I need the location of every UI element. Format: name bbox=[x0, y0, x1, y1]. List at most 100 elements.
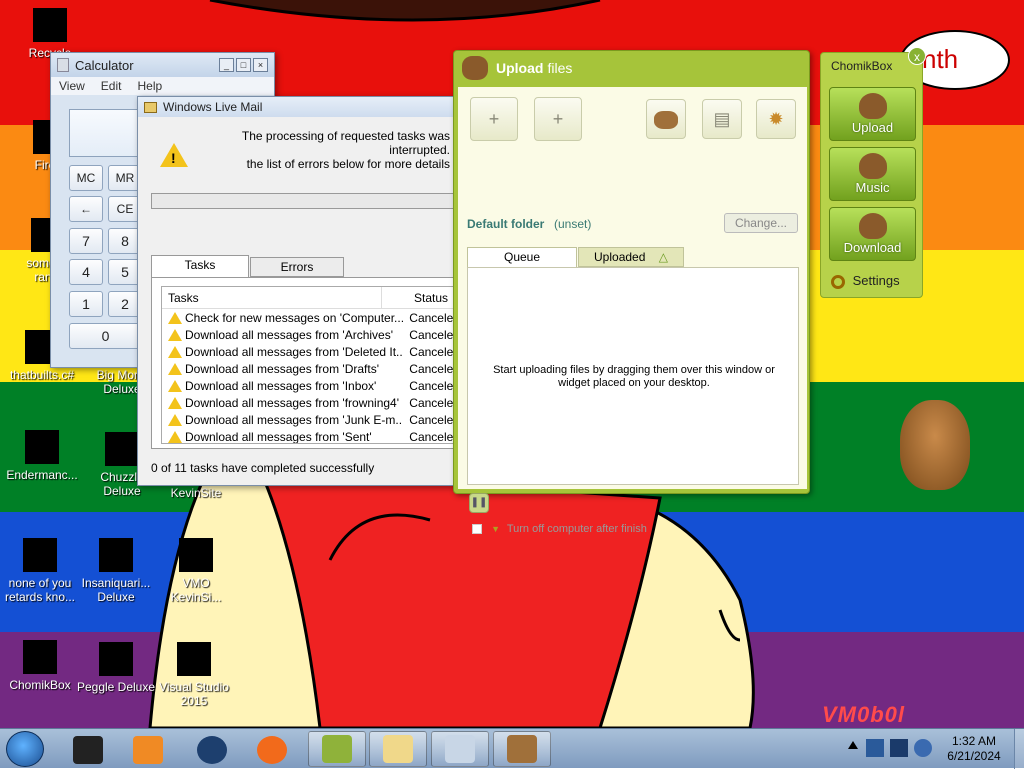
desktop-icon-label: thatbuilts.c# bbox=[9, 368, 75, 382]
tasks-panel: Tasks Status Check for new messages on '… bbox=[151, 277, 461, 449]
menu-help[interactable]: Help bbox=[129, 77, 170, 95]
desktop-icon[interactable]: none of you retards kno... bbox=[0, 538, 80, 604]
key-7[interactable]: 7 bbox=[69, 228, 103, 254]
warning-icon bbox=[168, 430, 182, 443]
tray-volume-icon[interactable] bbox=[914, 739, 932, 757]
clipboard-button[interactable]: ▤ bbox=[702, 99, 742, 139]
column-header-tasks[interactable]: Tasks bbox=[162, 287, 382, 308]
change-folder-button[interactable]: Change... bbox=[724, 213, 798, 233]
desktop-icon-label: Peggle Deluxe bbox=[76, 680, 156, 694]
task-status: Canceled bbox=[409, 412, 460, 427]
desktop-icon[interactable]: VMO KevinSi... bbox=[156, 538, 236, 604]
minimize-button[interactable]: _ bbox=[219, 58, 234, 72]
taskbar-item-calculator[interactable] bbox=[431, 731, 489, 767]
tab-tasks[interactable]: Tasks bbox=[151, 255, 249, 277]
wlm-message-line1: The processing of requested tasks was in… bbox=[241, 129, 450, 157]
menu-edit[interactable]: Edit bbox=[93, 77, 130, 95]
widget-upload-label: Upload bbox=[851, 120, 894, 135]
task-status: Canceled bbox=[409, 378, 460, 393]
widget-close-button[interactable]: x bbox=[908, 47, 926, 65]
warning-icon bbox=[168, 311, 182, 324]
upload-title-rest: files bbox=[547, 60, 573, 76]
upload-titlebar[interactable]: Upload files bbox=[454, 51, 809, 85]
table-row[interactable]: Download all messages from 'Archives' Can… bbox=[162, 326, 460, 343]
desktop-icon[interactable]: Visual Studio 2015 bbox=[154, 642, 234, 708]
desktop-icon-label: KevinSite bbox=[170, 486, 222, 500]
wlm-dialog[interactable]: Windows Live Mail ! The processing of re… bbox=[137, 96, 461, 486]
calculator-titlebar[interactable]: Calculator _ □ × bbox=[51, 53, 274, 77]
upload-queue-list[interactable]: Start uploading files by dragging them o… bbox=[467, 267, 799, 485]
key-0[interactable]: 0 bbox=[69, 323, 142, 349]
tray-monitor-icon[interactable] bbox=[890, 739, 908, 757]
pause-button[interactable]: ❚❚ bbox=[469, 493, 489, 513]
widget-download-button[interactable]: Download bbox=[829, 207, 916, 261]
desktop-icon-image bbox=[99, 538, 133, 572]
table-row[interactable]: Download all messages from 'Sent' Cancele… bbox=[162, 428, 460, 444]
desktop-icon-image bbox=[25, 430, 59, 464]
table-row[interactable]: Download all messages from 'Junk E-m... C… bbox=[162, 411, 460, 428]
tab-queue[interactable]: Queue bbox=[467, 247, 577, 267]
show-desktop-button[interactable] bbox=[1014, 729, 1024, 769]
upload-settings-button[interactable]: ✹ bbox=[756, 99, 796, 139]
taskbar-pin-firefox[interactable] bbox=[256, 733, 288, 765]
tray-expand-icon[interactable] bbox=[848, 741, 858, 749]
upload-window[interactable]: Upload files + + ▤ ✹ Default folder (uns… bbox=[453, 50, 810, 535]
task-name: Download all messages from 'Inbox' bbox=[185, 378, 377, 393]
widget-settings-button[interactable]: Settings bbox=[831, 273, 900, 289]
start-button[interactable] bbox=[6, 731, 44, 767]
widget-upload-button[interactable]: Upload bbox=[829, 87, 916, 141]
taskbar-pin-globe[interactable] bbox=[196, 733, 228, 765]
tab-uploaded[interactable]: Uploaded △ bbox=[578, 247, 684, 267]
tasks-list-header: Tasks Status bbox=[162, 287, 460, 309]
clipboard-icon: ▤ bbox=[713, 109, 731, 129]
shutdown-checkbox[interactable] bbox=[472, 524, 482, 535]
close-button[interactable]: × bbox=[253, 58, 268, 72]
table-row[interactable]: Download all messages from 'Deleted It..… bbox=[162, 343, 460, 360]
table-row[interactable]: Download all messages from 'frowning4' Ca… bbox=[162, 394, 460, 411]
task-status: Canceled bbox=[409, 429, 460, 444]
add-file-icon: + bbox=[488, 109, 500, 129]
chomikbox-widget[interactable]: ChomikBox x Upload Music Download Settin… bbox=[820, 47, 926, 298]
media-player-icon bbox=[133, 736, 163, 764]
key-mc[interactable]: MC bbox=[69, 165, 103, 191]
tab-errors[interactable]: Errors bbox=[250, 257, 344, 277]
tasks-list[interactable]: Tasks Status Check for new messages on '… bbox=[161, 286, 461, 444]
wlm-progress-bar bbox=[151, 193, 461, 209]
taskbar-item-upload[interactable] bbox=[493, 731, 551, 767]
wlm-titlebar[interactable]: Windows Live Mail bbox=[138, 97, 456, 117]
shutdown-option[interactable]: ▼ Turn off computer after finish bbox=[472, 523, 647, 535]
table-row[interactable]: Download all messages from 'Drafts' Cance… bbox=[162, 360, 460, 377]
column-header-status[interactable]: Status bbox=[382, 287, 448, 308]
add-file-button[interactable]: + bbox=[470, 97, 518, 141]
warning-icon bbox=[168, 362, 182, 375]
calculator-display bbox=[69, 109, 139, 157]
calculator-title: Calculator bbox=[75, 57, 134, 73]
taskbar-item-windows-live-mail[interactable] bbox=[369, 731, 427, 767]
monitor-icon bbox=[73, 736, 103, 764]
menu-view[interactable]: View bbox=[51, 77, 93, 95]
taskbar-item-chomikbox[interactable] bbox=[308, 731, 366, 767]
table-row[interactable]: Check for new messages on 'Computer... Ca… bbox=[162, 309, 460, 326]
table-row[interactable]: Download all messages from 'Inbox' Cancel… bbox=[162, 377, 460, 394]
desktop-icon-image bbox=[105, 432, 139, 466]
upload-body: + + ▤ ✹ Default folder (unset) Change...… bbox=[458, 87, 807, 535]
task-status: Canceled bbox=[409, 395, 460, 410]
tray-network-icon[interactable] bbox=[866, 739, 884, 757]
desktop-icon[interactable]: Insaniquari... Deluxe bbox=[76, 538, 156, 604]
key-4[interactable]: 4 bbox=[69, 259, 103, 285]
wlm-message-line2: the list of errors below for more detail… bbox=[246, 157, 450, 171]
task-name: Download all messages from 'frowning4' bbox=[185, 395, 400, 410]
desktop-icon[interactable]: Endermanc... bbox=[2, 430, 82, 482]
key-backspace[interactable]: ← bbox=[69, 196, 103, 222]
desktop-icon[interactable]: Peggle Deluxe bbox=[76, 642, 156, 694]
widget-music-button[interactable]: Music bbox=[829, 147, 916, 201]
key-1[interactable]: 1 bbox=[69, 291, 103, 317]
desktop-icon[interactable]: ChomikBox bbox=[0, 640, 80, 692]
add-folder-button[interactable]: + bbox=[534, 97, 582, 141]
taskbar-pin-media-player[interactable] bbox=[132, 733, 164, 765]
maximize-button[interactable]: □ bbox=[236, 58, 251, 72]
taskbar-pin-monitor[interactable] bbox=[72, 733, 104, 765]
chomik-account-button[interactable] bbox=[646, 99, 686, 139]
taskbar-clock[interactable]: 1:32 AM 6/21/2024 bbox=[940, 734, 1008, 764]
tab-uploaded-label: Uploaded bbox=[594, 250, 646, 264]
